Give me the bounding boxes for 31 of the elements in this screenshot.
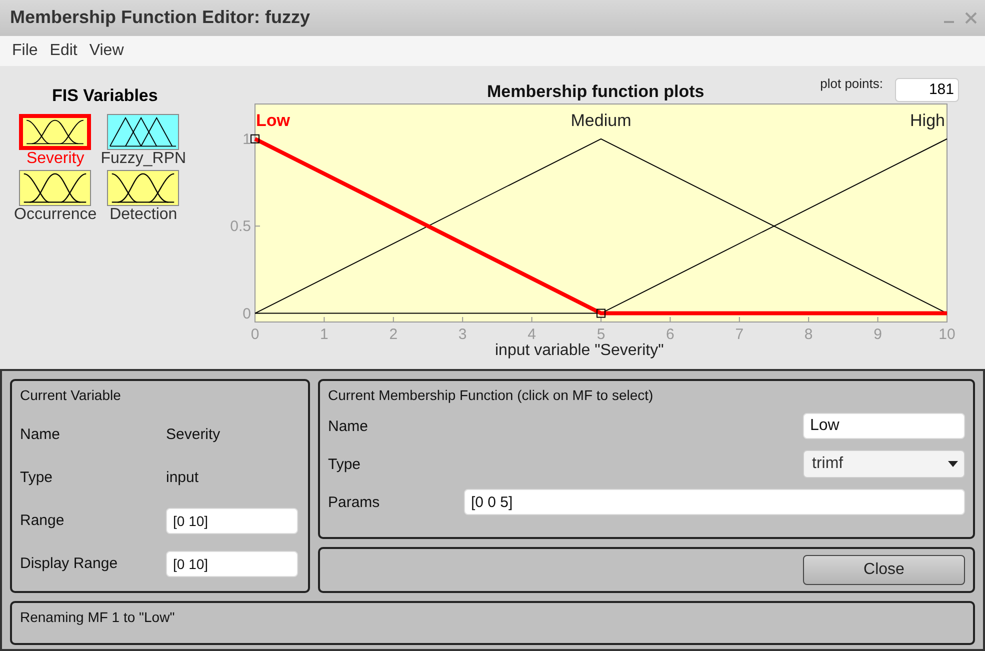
x-tick-label: 7	[735, 326, 744, 342]
x-tick-label: 2	[389, 326, 398, 342]
x-tick-label: 4	[528, 326, 536, 342]
field-label: Params	[328, 494, 381, 510]
x-tick-label: 6	[666, 326, 674, 342]
chart-title: Membership function plots	[487, 82, 704, 102]
field-label: Name	[328, 418, 368, 434]
field-label: Display Range	[20, 555, 119, 572]
panel-title: Current Variable	[20, 387, 122, 403]
x-tick-label: 0	[250, 326, 260, 342]
status-message: Renaming MF 1 to "Low"	[20, 609, 175, 625]
x-tick-label: 8	[804, 326, 813, 342]
x-tick-label: 1	[320, 326, 328, 342]
field-value: Severity	[166, 426, 222, 443]
panel-title: Current Membership Function (click on MF to select)	[328, 387, 654, 403]
y-tick-label: 0	[242, 305, 251, 322]
field-label: Type	[328, 456, 361, 472]
x-tick-label: 3	[458, 326, 467, 342]
field-label: Range	[20, 512, 66, 529]
field-label: Type	[20, 469, 54, 486]
window-title: Membership Function Editor: fuzzy	[10, 7, 310, 28]
x-tick-label: 9	[874, 326, 882, 342]
x-tick-label: 10	[938, 326, 956, 342]
y-tick-label: 1	[242, 130, 251, 148]
y-tick-label: 0.5	[230, 218, 251, 235]
plot-points-label: plot points:	[820, 76, 883, 91]
x-axis-label: input variable "Severity"	[495, 342, 665, 360]
section-title: FIS Variables	[52, 86, 158, 106]
field-value: input	[166, 469, 200, 486]
field-label: Name	[20, 426, 62, 443]
x-tick-label: 5	[596, 326, 606, 342]
